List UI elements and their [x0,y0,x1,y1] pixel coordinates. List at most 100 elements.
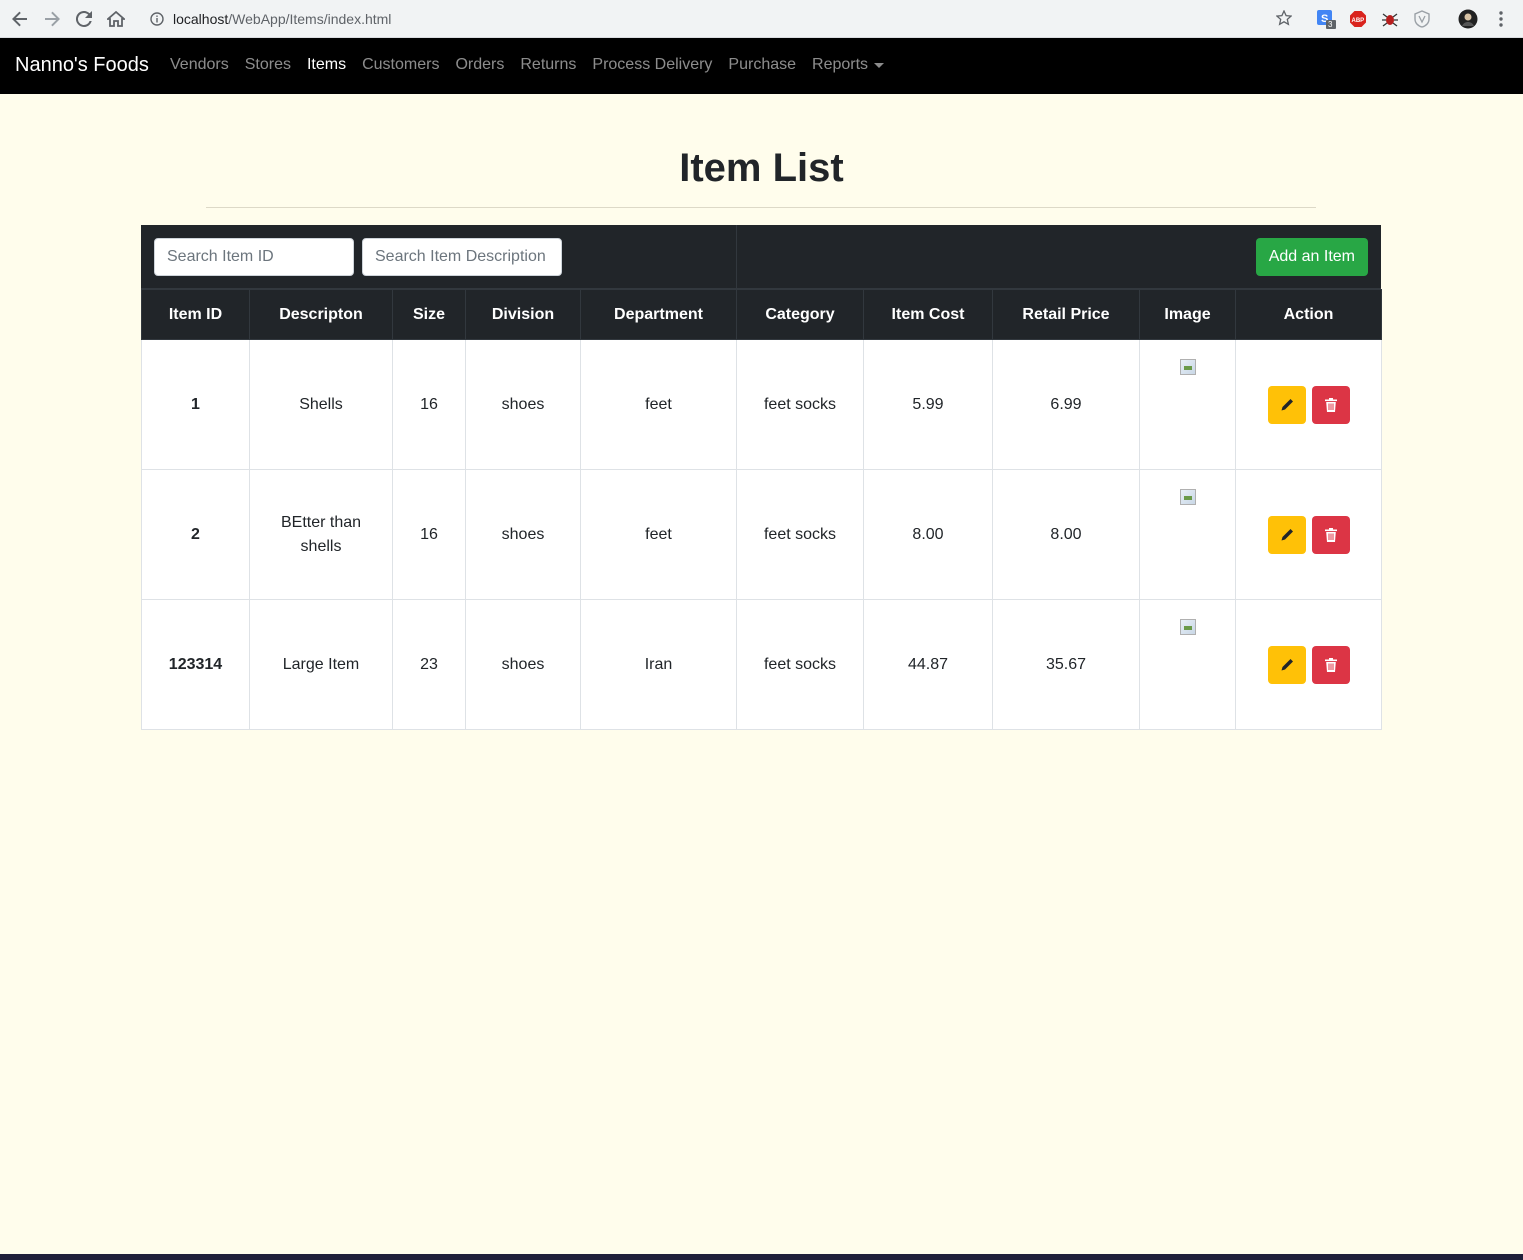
cell-item-id: 123314 [141,599,250,730]
broken-image-icon [1179,619,1196,635]
cell-description: Large Item [249,599,393,730]
cell-item-id: 1 [141,339,250,470]
cell-action [1235,469,1382,600]
caret-down-icon [874,62,885,68]
cell-retail-price: 8.00 [992,469,1140,600]
header-description[interactable]: Descripton [249,289,393,340]
cell-size: 16 [392,469,466,600]
cell-retail-price: 6.99 [992,339,1140,470]
nav-process-delivery[interactable]: Process Delivery [584,56,720,74]
pencil-icon [1281,398,1293,410]
cell-size: 16 [392,339,466,470]
search-item-id-input[interactable] [154,238,354,276]
cell-image [1139,599,1236,730]
item-table: Item ID Descripton Size Division Departm… [141,289,1382,730]
add-item-button[interactable]: Add an Item [1255,238,1368,276]
header-action: Action [1235,289,1382,340]
item-table-container: Add an Item Item ID Descripton Size Divi… [141,225,1382,730]
taskbar-edge [0,1254,1523,1260]
extension-s-icon[interactable]: S [1316,9,1336,29]
cell-action [1235,339,1382,470]
browser-menu-icon[interactable] [1491,9,1511,29]
cell-category: feet socks [736,469,864,600]
main-navbar: Nanno's Foods Vendors Stores Items Custo… [0,38,1523,94]
delete-button[interactable] [1311,645,1350,684]
nav-returns[interactable]: Returns [512,56,584,74]
cell-item-cost: 5.99 [863,339,993,470]
header-category[interactable]: Category [736,289,864,340]
table-row: 123314 Large Item 23 shoes Iran feet soc… [141,599,1382,730]
cell-category: feet socks [736,599,864,730]
nav-vendors[interactable]: Vendors [162,56,237,74]
cell-description: Shells [249,339,393,470]
trash-icon [1324,527,1337,542]
bug-extension-icon[interactable] [1380,9,1400,29]
edit-button[interactable] [1267,515,1306,554]
home-icon[interactable] [106,9,126,29]
search-item-description-input[interactable] [362,238,562,276]
edit-button[interactable] [1267,645,1306,684]
delete-button[interactable] [1311,515,1350,554]
table-row: 1 Shells 16 shoes feet feet socks 5.99 6… [141,339,1382,470]
cell-description: BEtter than shells [249,469,393,600]
delete-button[interactable] [1311,385,1350,424]
nav-reports-label: Reports [812,56,869,73]
header-department[interactable]: Department [580,289,737,340]
nav-purchase[interactable]: Purchase [720,56,804,74]
cell-image [1139,469,1236,600]
cell-item-id: 2 [141,469,250,600]
cell-retail-price: 35.67 [992,599,1140,730]
back-arrow-icon[interactable] [10,9,30,29]
adblock-icon[interactable]: ABP [1348,9,1368,29]
nav-customers[interactable]: Customers [354,56,447,74]
header-division[interactable]: Division [465,289,581,340]
extension-badge: 3 [1328,20,1333,29]
table-header-row: Item ID Descripton Size Division Departm… [141,289,1382,340]
cell-item-cost: 44.87 [863,599,993,730]
cell-size: 23 [392,599,466,730]
cell-department: feet [580,469,737,600]
bookmark-star-icon[interactable] [1275,9,1293,31]
header-image: Image [1139,289,1236,340]
nav-items[interactable]: Items [299,56,354,74]
nav-reports-dropdown[interactable]: Reports [804,56,892,74]
header-size[interactable]: Size [392,289,466,340]
cell-division: shoes [465,339,581,470]
cell-category: feet socks [736,339,864,470]
cell-department: Iran [580,599,737,730]
nav-links: Vendors Stores Items Customers Orders Re… [162,56,892,74]
address-bar[interactable]: localhost/WebApp/Items/index.html [140,5,1302,33]
cell-division: shoes [465,469,581,600]
pencil-icon [1281,658,1293,670]
table-row: 2 BEtter than shells 16 shoes feet feet … [141,469,1382,600]
url-text: localhost/WebApp/Items/index.html [173,11,392,27]
broken-image-icon [1179,489,1196,505]
trash-icon [1324,657,1337,672]
cell-item-cost: 8.00 [863,469,993,600]
brand-logo[interactable]: Nanno's Foods [15,54,149,77]
cell-image [1139,339,1236,470]
toolbar-divider [736,225,737,289]
nav-orders[interactable]: Orders [447,56,512,74]
title-divider [206,207,1316,208]
header-retail-price[interactable]: Retail Price [992,289,1140,340]
pencil-icon [1281,528,1293,540]
header-item-id[interactable]: Item ID [141,289,250,340]
profile-avatar-icon[interactable] [1458,9,1478,29]
broken-image-icon [1179,359,1196,375]
shield-extension-icon[interactable] [1412,9,1432,29]
info-icon[interactable] [150,12,164,31]
header-item-cost[interactable]: Item Cost [863,289,993,340]
trash-icon [1324,397,1337,412]
edit-button[interactable] [1267,385,1306,424]
cell-department: feet [580,339,737,470]
reload-icon[interactable] [74,9,94,29]
cell-action [1235,599,1382,730]
svg-text:ABP: ABP [1352,18,1365,24]
forward-arrow-icon[interactable] [42,9,62,29]
browser-toolbar: localhost/WebApp/Items/index.html S 3 AB… [0,0,1523,38]
page-title: Item List [679,146,844,190]
table-toolbar: Add an Item [141,225,1381,289]
nav-stores[interactable]: Stores [237,56,299,74]
cell-division: shoes [465,599,581,730]
